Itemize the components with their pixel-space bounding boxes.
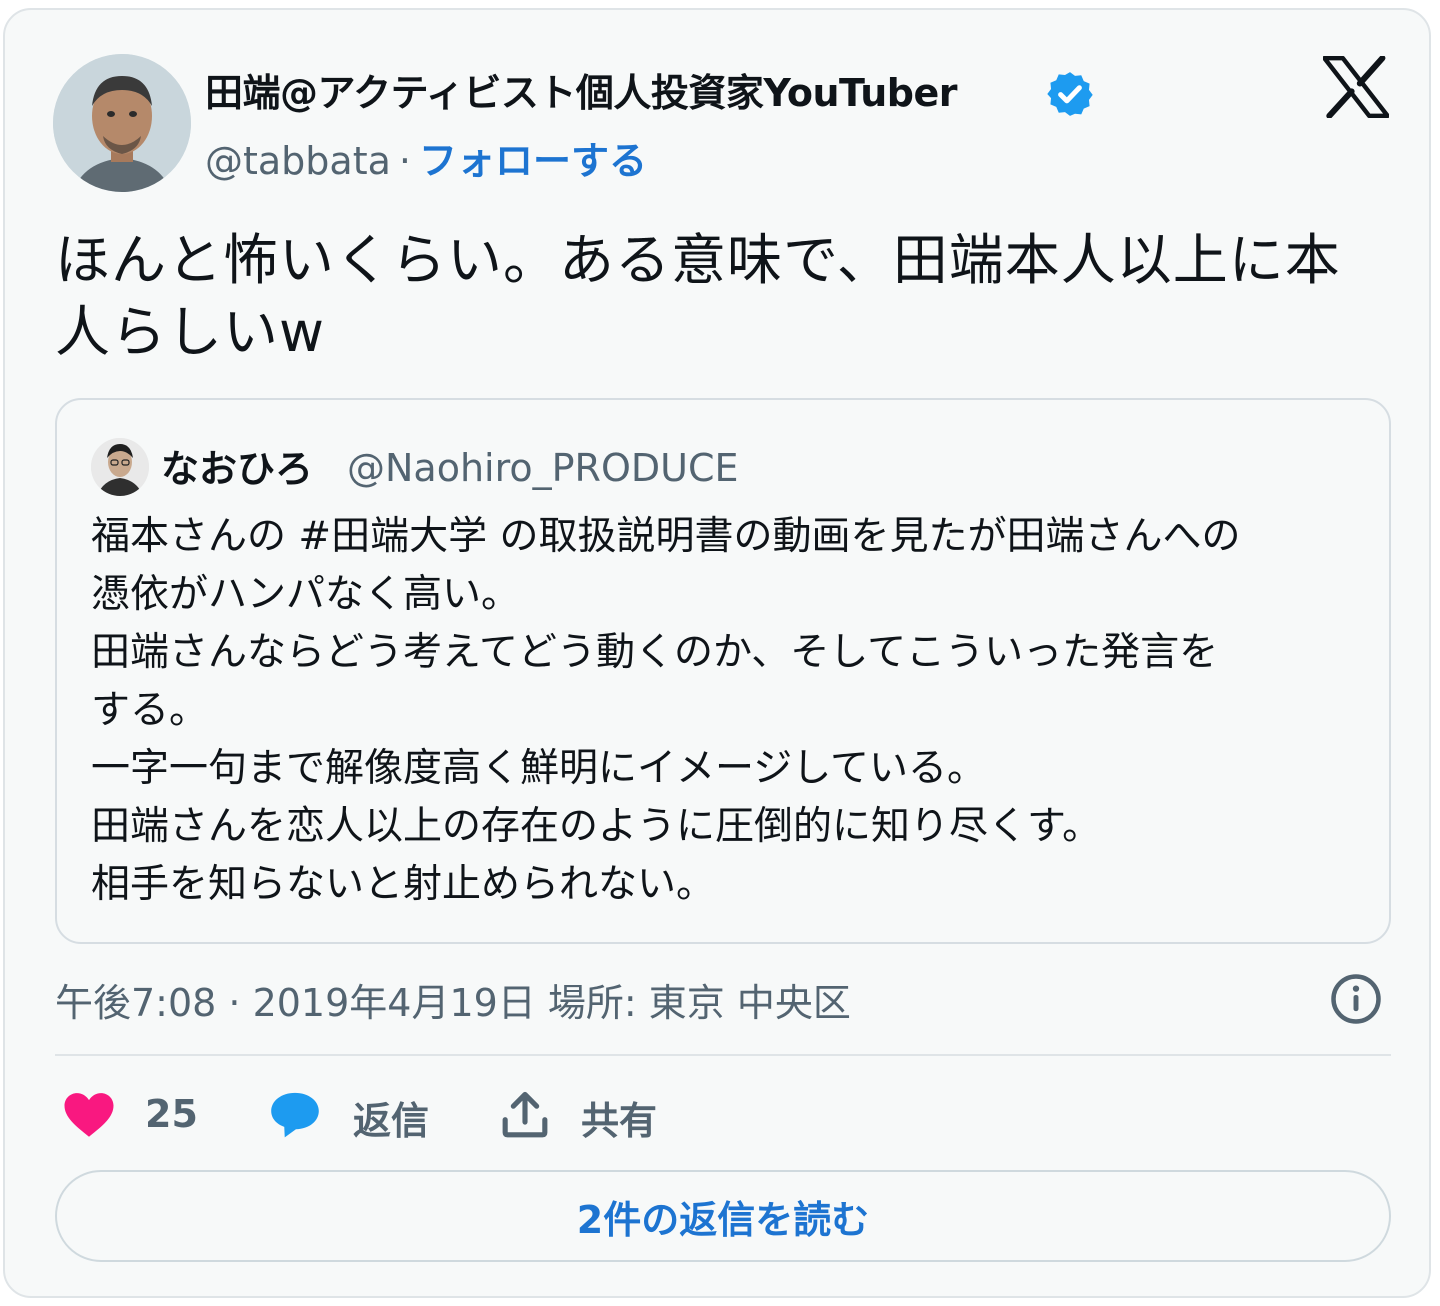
share-button[interactable]: 共有 bbox=[581, 1090, 657, 1145]
quoted-tweet[interactable]: なおひろ @Naohiro_PRODUCE 福本さんの #田端大学 の取扱説明書… bbox=[55, 398, 1391, 944]
follow-button[interactable]: フォローする bbox=[419, 139, 647, 183]
quoted-text-line: する。 bbox=[91, 688, 209, 733]
tweet-text-line: 人らしいw bbox=[55, 300, 325, 364]
separator-dot: · bbox=[398, 139, 411, 183]
author-name[interactable]: 田端@アクティビスト個人投資家YouTuber bbox=[205, 62, 958, 117]
quoted-text-line: 田端さんならどう考えてどう動くのか、そしてこういった発言を bbox=[91, 630, 1219, 675]
share-upload-icon[interactable] bbox=[497, 1084, 553, 1146]
reply-button[interactable]: 返信 bbox=[353, 1090, 429, 1145]
handle-row: @tabbata · フォローする bbox=[205, 130, 647, 185]
info-icon[interactable] bbox=[1329, 972, 1383, 1026]
quoted-text-line: 相手を知らないと射止められない。 bbox=[91, 862, 716, 907]
quoted-text-line: 憑依がハンパなく高い。 bbox=[91, 572, 521, 617]
speech-bubble-icon[interactable] bbox=[267, 1084, 323, 1146]
tweet-text-line: ほんと怖いくらい。ある意味で、田端本人以上に本 bbox=[55, 228, 1341, 292]
heart-icon[interactable] bbox=[61, 1084, 117, 1146]
quoted-author-name: なおひろ bbox=[161, 447, 314, 491]
author-handle[interactable]: @tabbata bbox=[205, 139, 391, 183]
quoted-text-line: 田端さんを恋人以上の存在のように圧倒的に知り尽くす。 bbox=[91, 804, 1102, 849]
quoted-author-avatar bbox=[91, 438, 149, 496]
quoted-author-handle: @Naohiro_PRODUCE bbox=[347, 446, 739, 490]
quoted-tweet-text: 福本さんの #田端大学 の取扱説明書の動画を見たが田端さんへの 憑依がハンパなく… bbox=[91, 508, 1371, 914]
embedded-tweet-card: 田端@アクティビスト個人投資家YouTuber @tabbata · フォローする … bbox=[3, 8, 1431, 1298]
author-avatar[interactable] bbox=[53, 54, 191, 192]
verified-badge-icon bbox=[1047, 72, 1093, 116]
tweet-timestamp-location[interactable]: 午後7:08 · 2019年4月19日 場所: 東京 中央区 bbox=[55, 972, 851, 1027]
quoted-text-line: 福本さんの #田端大学 の取扱説明書の動画を見たが田端さんへの bbox=[91, 514, 1241, 559]
read-replies-button[interactable]: 2件の返信を読む bbox=[55, 1170, 1391, 1262]
quoted-text-line: 一字一句まで解像度高く鮮明にイメージしている。 bbox=[91, 746, 987, 791]
x-logo-icon[interactable] bbox=[1323, 56, 1389, 118]
like-count[interactable]: 25 bbox=[145, 1092, 198, 1136]
tweet-text: ほんと怖いくらい。ある意味で、田端本人以上に本 人らしいw bbox=[55, 224, 1395, 368]
divider bbox=[55, 1054, 1391, 1056]
